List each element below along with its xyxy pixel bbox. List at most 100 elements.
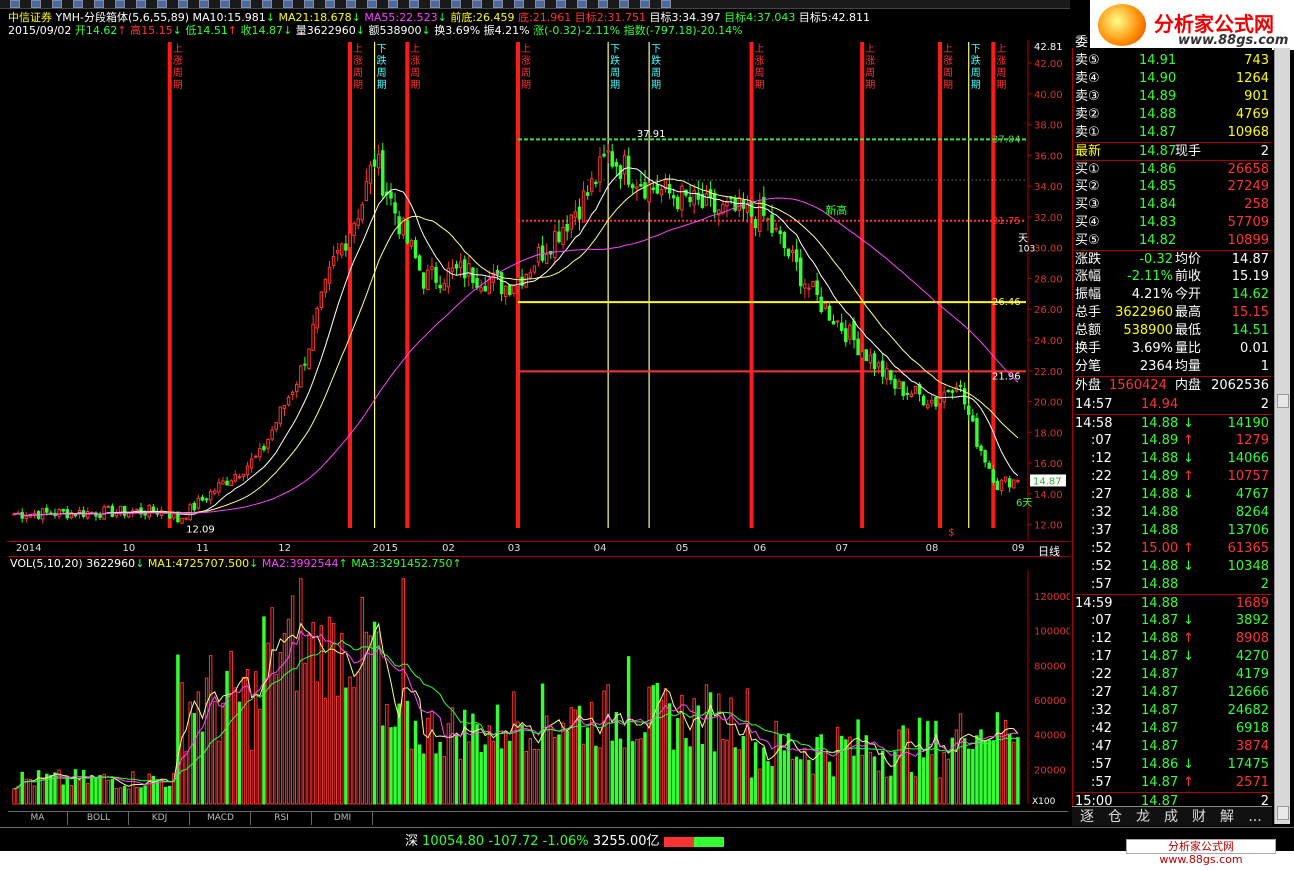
cycle-label-char: 跌 bbox=[610, 54, 620, 67]
index-pct: -1.06% bbox=[542, 834, 589, 849]
toolbar-button-icon[interactable] bbox=[346, 0, 356, 8]
side-tab[interactable]: 成 bbox=[1160, 808, 1182, 826]
volume-bar bbox=[495, 704, 500, 805]
candle-body bbox=[946, 390, 950, 393]
toolbar-button-icon[interactable] bbox=[514, 0, 524, 8]
volume-bar bbox=[303, 662, 307, 805]
latest-price: 14.87 bbox=[1139, 144, 1177, 159]
tab-macd[interactable]: MACD bbox=[191, 812, 251, 825]
toolbar-button-icon[interactable] bbox=[52, 0, 62, 8]
quote-scrollbar[interactable] bbox=[1274, 48, 1290, 824]
candle-body bbox=[57, 509, 61, 517]
toolbar-button-icon[interactable] bbox=[472, 0, 482, 8]
toolbar-button-icon[interactable] bbox=[556, 0, 566, 8]
candle-body bbox=[213, 490, 217, 494]
volume-bar bbox=[1012, 741, 1016, 805]
toolbar-button-icon[interactable] bbox=[640, 0, 650, 8]
tick-row: :22 14.89 ↑ 10757 bbox=[1075, 468, 1271, 486]
tab-rsi[interactable]: RSI bbox=[252, 812, 312, 825]
side-tab[interactable]: 仓 bbox=[1104, 808, 1126, 826]
toolbar-button-icon[interactable] bbox=[178, 0, 188, 8]
index-ticker[interactable]: 深 10054.80 -107.72 -1.06% 3255.00亿 bbox=[405, 830, 724, 849]
toolbar-button-icon[interactable] bbox=[493, 0, 503, 8]
candle-body bbox=[852, 320, 856, 341]
candle-body bbox=[844, 328, 848, 343]
low-value: 低14.51 bbox=[185, 24, 228, 37]
toolbar-button-icon[interactable] bbox=[283, 0, 293, 8]
cycle-label-char: 下 bbox=[377, 44, 387, 55]
toolbar-button-icon[interactable] bbox=[535, 0, 545, 8]
tick-volume: 1689 bbox=[1235, 596, 1269, 611]
toolbar-button-icon[interactable] bbox=[157, 0, 167, 8]
candle-body bbox=[602, 153, 606, 157]
side-tab[interactable]: ... bbox=[1244, 808, 1266, 826]
volume-bar bbox=[868, 751, 873, 805]
volume-bar bbox=[241, 676, 246, 805]
cycle-label-char: 期 bbox=[353, 79, 363, 91]
candlestick-chart[interactable]: 42.00 40.00 38.00 36.00 34.00 32.00 30.00 28.00… bbox=[8, 40, 1070, 540]
date-axis: 2014 10 11 12 2015 02 03 04 05 06 07 08 09 日线 bbox=[8, 541, 1070, 559]
side-tab[interactable]: 逐 bbox=[1076, 808, 1098, 826]
cycle-label-char: 期 bbox=[943, 79, 953, 91]
scroll-up-arrow-icon[interactable] bbox=[1277, 394, 1289, 408]
toolbar-button-icon[interactable] bbox=[31, 0, 41, 8]
volume-bar bbox=[118, 787, 123, 805]
candle-body bbox=[811, 281, 815, 288]
volume-bar bbox=[200, 731, 205, 805]
volume-bar bbox=[372, 621, 377, 805]
bid-volume: 26658 bbox=[1227, 162, 1269, 177]
toolbar-button-icon[interactable] bbox=[199, 0, 209, 8]
inner-value: 2062536 bbox=[1211, 378, 1269, 393]
scroll-down-arrow-icon[interactable] bbox=[1277, 806, 1289, 820]
toolbar-button-icon[interactable] bbox=[304, 0, 314, 8]
toolbar-button-icon[interactable] bbox=[619, 0, 629, 8]
candle-body bbox=[524, 274, 528, 288]
volume-bar bbox=[491, 740, 496, 805]
volume-bar bbox=[323, 697, 328, 805]
toolbar-button-icon[interactable] bbox=[367, 0, 377, 8]
toolbar-button-icon[interactable] bbox=[451, 0, 461, 8]
volume-bar bbox=[454, 734, 459, 805]
candle-body bbox=[487, 278, 492, 294]
toolbar-button-icon[interactable] bbox=[430, 0, 440, 8]
tab-kdj[interactable]: KDJ bbox=[130, 812, 190, 825]
tick-direction-icon: ↓ bbox=[1183, 559, 1194, 574]
vol-title[interactable]: VOL(5,10,20) bbox=[10, 557, 83, 570]
side-tab[interactable]: 解 bbox=[1216, 808, 1238, 826]
indicator-name[interactable]: YMH-分段箱体 bbox=[56, 11, 128, 24]
tab-boll[interactable]: BOLL bbox=[69, 812, 129, 825]
ma55-value: MA55:22.523 bbox=[364, 11, 438, 24]
tab-ma[interactable]: MA bbox=[8, 812, 68, 825]
period-label[interactable]: 日线 bbox=[1038, 543, 1060, 559]
toolbar-button-icon[interactable] bbox=[241, 0, 251, 8]
toolbar-button-icon[interactable] bbox=[10, 0, 20, 8]
toolbar-button-icon[interactable] bbox=[262, 0, 272, 8]
toolbar-button-icon[interactable] bbox=[220, 0, 230, 8]
toolbar-button-icon[interactable] bbox=[577, 0, 587, 8]
toolbar-button-icon[interactable] bbox=[115, 0, 125, 8]
candle-body bbox=[479, 287, 483, 292]
toolbar-button-icon[interactable] bbox=[325, 0, 335, 8]
tab-dmi[interactable]: DMI bbox=[313, 812, 373, 825]
volume-bar bbox=[352, 687, 356, 805]
toolbar-button-icon[interactable] bbox=[94, 0, 104, 8]
ask-row: 卖⑤ 14.91 743 bbox=[1075, 52, 1271, 70]
toolbar-button-icon[interactable] bbox=[409, 0, 419, 8]
toolbar-button-icon[interactable] bbox=[388, 0, 398, 8]
volume-bar bbox=[946, 758, 950, 805]
stat-value-2: 15.15 bbox=[1231, 305, 1269, 320]
side-tab[interactable]: 龙 bbox=[1132, 808, 1154, 826]
bid-volume: 27249 bbox=[1227, 179, 1269, 194]
toolbar-button-icon[interactable] bbox=[598, 0, 608, 8]
tick-volume: 14066 bbox=[1227, 451, 1269, 466]
toolbar-button-icon[interactable] bbox=[661, 0, 671, 8]
cycle-label-char: 涨 bbox=[410, 55, 420, 67]
side-tab[interactable]: 财 bbox=[1188, 808, 1210, 826]
toolbar-button-icon[interactable] bbox=[73, 0, 83, 8]
toolbar-button-icon[interactable] bbox=[136, 0, 146, 8]
candle-body bbox=[565, 224, 569, 232]
volume-chart[interactable]: 120000 100000 80000 60000 40000 20000 X100 bbox=[8, 570, 1070, 808]
volume-bar bbox=[958, 713, 963, 805]
stat-label-2: 均量 bbox=[1175, 359, 1202, 374]
change-value: 涨(-0.32)-2.11% bbox=[533, 24, 621, 37]
